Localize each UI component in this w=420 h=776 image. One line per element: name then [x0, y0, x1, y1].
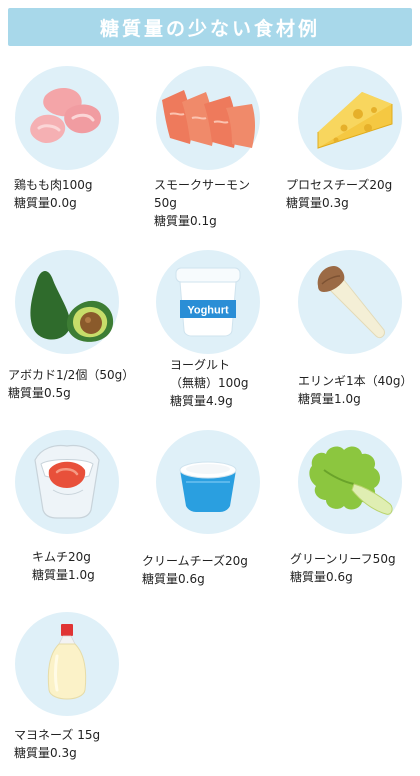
eringi-mushroom-icon [298, 250, 402, 354]
green-leaf-lettuce-icon [298, 430, 402, 534]
item-name: グリーンリーフ50g [290, 552, 396, 566]
item-name: プロセスチーズ20g [286, 178, 393, 192]
avocado-icon [15, 250, 119, 354]
item-name: スモークサーモン [154, 178, 251, 192]
item-name: ヨーグルト [170, 358, 231, 372]
item-carb: 糖質量0.3g [286, 196, 349, 210]
kimchi-icon [15, 430, 119, 534]
item-carb: 糖質量0.0g [14, 196, 77, 210]
item-name-line2: （無糖）100g [170, 376, 249, 390]
page-title: 糖質量の少ない食材例 [99, 17, 320, 40]
mayonnaise-icon [15, 612, 119, 716]
item-name: クリームチーズ20g [142, 554, 248, 568]
item-carb: 糖質量0.5g [8, 386, 71, 400]
item-name: 鶏もも肉100g [14, 178, 93, 192]
item-carb: 糖質量0.1g [154, 214, 217, 228]
item-name: アボカド1/2個（50g） [8, 368, 135, 382]
cheese-icon [298, 66, 402, 170]
smoked-salmon-icon [156, 66, 260, 170]
item-name: キムチ20g [32, 550, 91, 564]
yogurt-icon: Yoghurt [156, 250, 260, 354]
title-banner: 糖質量の少ない食材例 [8, 8, 412, 46]
item-carb: 糖質量1.0g [32, 568, 95, 582]
chicken-thigh-icon [15, 66, 119, 170]
cream-cheese-icon [156, 430, 260, 534]
item-name-line2: 50g [154, 196, 177, 210]
yogurt-tub-label: Yoghurt [187, 305, 229, 317]
item-carb: 糖質量1.0g [298, 392, 361, 406]
item-carb: 糖質量0.3g [14, 746, 77, 760]
item-carb: 糖質量0.6g [290, 570, 353, 584]
item-carb: 糖質量4.9g [170, 394, 233, 408]
item-carb: 糖質量0.6g [142, 572, 205, 586]
item-name: エリンギ1本（40g） [298, 374, 413, 388]
item-name: マヨネーズ 15g [14, 728, 101, 742]
